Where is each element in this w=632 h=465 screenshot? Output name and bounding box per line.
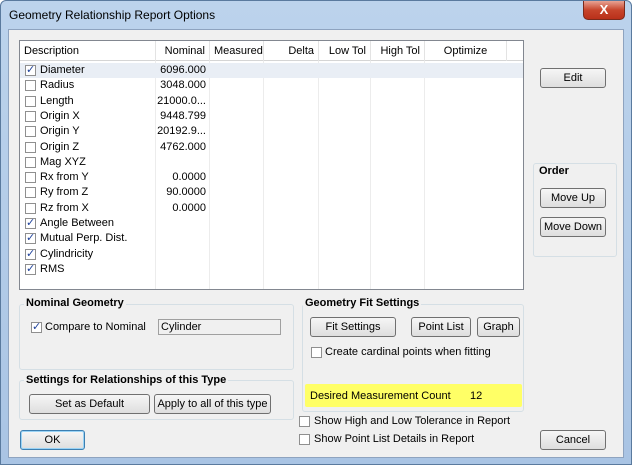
dialog-client: Description Nominal Measured Delta Low Tol Hi… bbox=[8, 29, 624, 458]
set-default-button[interactable]: Set as Default bbox=[29, 394, 150, 414]
table-row[interactable]: Length 21000.0... bbox=[20, 94, 523, 109]
row-nominal: 6096.000 bbox=[160, 64, 206, 76]
show-tolerance-checkbox[interactable] bbox=[299, 416, 310, 427]
row-description: RMS bbox=[40, 262, 65, 275]
row-checkbox[interactable] bbox=[25, 172, 36, 184]
column-header[interactable]: Nominal bbox=[156, 41, 210, 61]
table-row[interactable]: Diameter 6096.000 bbox=[20, 63, 523, 78]
row-description: Mag XYZ bbox=[40, 155, 86, 168]
row-nominal: 90.0000 bbox=[166, 186, 206, 199]
table-row[interactable]: Ry from Z 90.0000 bbox=[20, 185, 523, 200]
row-nominal bbox=[156, 155, 206, 170]
row-checkbox[interactable] bbox=[25, 110, 36, 122]
cardinal-points-label: Create cardinal points when fitting bbox=[325, 346, 491, 358]
table-row[interactable]: Rx from Y 0.0000 bbox=[20, 170, 523, 185]
row-nominal: 20192.9... bbox=[157, 125, 206, 138]
show-point-details-label: Show Point List Details in Report bbox=[314, 433, 475, 445]
point-list-button[interactable]: Point List bbox=[411, 317, 471, 337]
compare-nominal-checkbox[interactable] bbox=[31, 320, 42, 333]
row-checkbox[interactable] bbox=[25, 156, 36, 168]
row-nominal bbox=[156, 262, 206, 277]
cardinal-points-checkbox[interactable] bbox=[311, 347, 322, 358]
table-row[interactable]: Origin X 9448.799 bbox=[20, 109, 523, 124]
row-checkbox[interactable] bbox=[25, 95, 36, 107]
row-description: Rz from X bbox=[40, 201, 89, 214]
row-nominal: 9448.799 bbox=[160, 109, 206, 122]
order-label: Order bbox=[537, 165, 571, 177]
column-header[interactable]: Description bbox=[20, 41, 156, 61]
close-button[interactable]: X bbox=[583, 1, 625, 20]
graph-button[interactable]: Graph bbox=[477, 317, 520, 337]
fit-settings-label: Geometry Fit Settings bbox=[303, 297, 422, 309]
row-checkbox[interactable] bbox=[25, 187, 36, 199]
nominal-geometry-label: Nominal Geometry bbox=[24, 297, 126, 309]
table-row[interactable]: Angle Between bbox=[20, 216, 523, 231]
row-description: Cylindricity bbox=[40, 247, 94, 260]
row-checkbox[interactable] bbox=[25, 231, 36, 245]
row-description: Ry from Z bbox=[40, 186, 89, 199]
desired-count-field[interactable]: 12 bbox=[470, 390, 482, 402]
row-checkbox[interactable] bbox=[25, 63, 36, 76]
column-header[interactable]: Low Tol bbox=[319, 41, 371, 61]
table-row[interactable]: Mag XYZ bbox=[20, 155, 523, 170]
row-checkbox[interactable] bbox=[25, 216, 36, 229]
row-checkbox[interactable] bbox=[25, 202, 36, 214]
dialog-window: Geometry Relationship Report Options X D… bbox=[0, 0, 632, 465]
row-nominal bbox=[156, 231, 206, 246]
row-description: Angle Between bbox=[40, 217, 114, 229]
column-header[interactable]: Measured bbox=[210, 41, 264, 61]
nominal-geometry-field[interactable]: Cylinder bbox=[158, 319, 281, 335]
column-header[interactable]: Delta bbox=[264, 41, 319, 61]
relationship-list[interactable]: Description Nominal Measured Delta Low Tol Hi… bbox=[19, 40, 524, 290]
title-bar[interactable]: Geometry Relationship Report Options X bbox=[1, 1, 631, 29]
row-nominal: 3048.000 bbox=[160, 79, 206, 92]
column-header[interactable]: High Tol bbox=[371, 41, 425, 61]
row-nominal: 21000.0... bbox=[157, 94, 206, 107]
nominal-geometry-group bbox=[19, 304, 294, 370]
apply-all-button[interactable]: Apply to all of this type bbox=[154, 394, 271, 414]
column-header[interactable]: Optimize bbox=[425, 41, 507, 61]
row-nominal: 0.0000 bbox=[172, 201, 206, 214]
show-tolerance-label: Show High and Low Tolerance in Report bbox=[314, 415, 511, 427]
ok-button[interactable]: OK bbox=[20, 430, 85, 450]
table-row[interactable]: Origin Y 20192.9... bbox=[20, 124, 523, 139]
row-description: Diameter bbox=[40, 64, 85, 76]
move-up-button[interactable]: Move Up bbox=[540, 188, 606, 208]
row-description: Length bbox=[40, 94, 74, 107]
row-nominal bbox=[156, 216, 206, 231]
row-description: Rx from Y bbox=[40, 171, 89, 184]
row-description: Origin X bbox=[40, 109, 80, 122]
order-group bbox=[533, 163, 617, 257]
list-header: Description Nominal Measured Delta Low Tol Hi… bbox=[20, 41, 523, 61]
cancel-button[interactable]: Cancel bbox=[540, 430, 606, 450]
row-nominal: 4762.000 bbox=[160, 140, 206, 153]
table-row[interactable]: RMS bbox=[20, 262, 523, 277]
row-checkbox[interactable] bbox=[25, 141, 36, 153]
table-row[interactable]: Origin Z 4762.000 bbox=[20, 140, 523, 155]
row-description: Mutual Perp. Dist. bbox=[40, 232, 128, 245]
row-nominal bbox=[156, 247, 206, 262]
desired-count-label: Desired Measurement Count bbox=[310, 390, 451, 402]
row-description: Radius bbox=[40, 79, 75, 92]
edit-button[interactable]: Edit bbox=[540, 68, 606, 88]
settings-type-label: Settings for Relationships of this Type bbox=[24, 374, 229, 386]
row-description: Origin Y bbox=[40, 125, 80, 138]
move-down-button[interactable]: Move Down bbox=[540, 217, 606, 237]
row-nominal: 0.0000 bbox=[172, 171, 206, 184]
row-description: Origin Z bbox=[40, 140, 80, 153]
table-row[interactable]: Cylindricity bbox=[20, 247, 523, 262]
row-checkbox[interactable] bbox=[25, 247, 36, 260]
fit-settings-button[interactable]: Fit Settings bbox=[310, 317, 396, 337]
show-point-details-checkbox[interactable] bbox=[299, 434, 310, 445]
window-title: Geometry Relationship Report Options bbox=[9, 8, 216, 22]
row-checkbox[interactable] bbox=[25, 80, 36, 92]
table-row[interactable]: Mutual Perp. Dist. bbox=[20, 231, 523, 246]
row-checkbox[interactable] bbox=[25, 262, 36, 275]
compare-nominal-label: Compare to Nominal bbox=[45, 321, 146, 333]
table-row[interactable]: Radius 3048.000 bbox=[20, 78, 523, 93]
table-row[interactable]: Rz from X 0.0000 bbox=[20, 201, 523, 216]
row-checkbox[interactable] bbox=[25, 126, 36, 138]
